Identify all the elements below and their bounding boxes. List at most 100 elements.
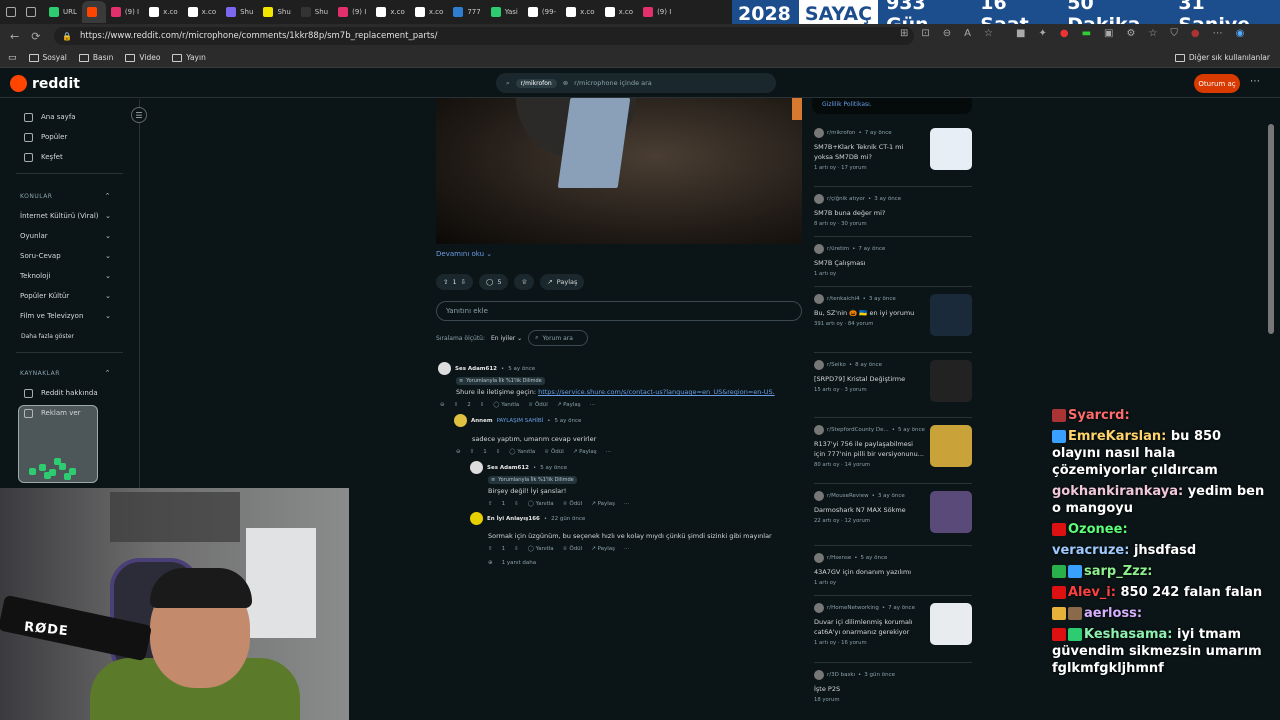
topic-item[interactable]: Popüler Kültür ⌄ [0, 286, 139, 306]
address-bar[interactable]: 🔒 https://www.reddit.com/r/microphone/co… [54, 27, 914, 45]
extensions-icon[interactable]: ⚙ [1126, 28, 1135, 39]
avatar[interactable] [454, 414, 467, 427]
other-bookmarks[interactable]: Diğer sık kullanılanlar [1174, 53, 1270, 62]
comment-search-input[interactable]: ⌕ Yorum ara [528, 330, 589, 346]
more-replies-link[interactable]: ⊕ 1 yanıt daha [488, 560, 790, 566]
bookmark-folder[interactable]: Sosyal [28, 53, 67, 62]
copilot-icon[interactable]: ◉ [1236, 28, 1245, 39]
refresh-icon[interactable]: ⟳ [31, 30, 40, 43]
share-button[interactable]: ↗ Paylaş [557, 402, 581, 408]
related-post[interactable]: r/tenkaichi4 • 3 ay önce Bu, SZ'nin 🎃 🇺🇦 en… [814, 294, 972, 336]
browser-tab[interactable]: (9) I [638, 1, 676, 23]
more-icon[interactable]: ⋯ [590, 402, 596, 408]
related-title[interactable]: R137'yi 756 ile paylaşabilmesi için 777'… [814, 439, 924, 459]
share-button[interactable]: ↗ Paylaş [591, 546, 615, 552]
browser-tab[interactable]: x.co [410, 1, 449, 23]
avatar[interactable] [470, 512, 483, 525]
related-post[interactable]: r/HomeNetworking • 7 ay önce Duvar içi dili… [814, 603, 972, 646]
reply-button[interactable]: ◯ Yanıtla [528, 501, 554, 507]
browser-tab[interactable]: x.co [600, 1, 639, 23]
reply-input[interactable]: Yanıtını ekle [436, 301, 802, 321]
related-title[interactable]: SM7B buna değer mi? [814, 208, 924, 218]
browser-tab[interactable]: 777 [448, 1, 485, 23]
more-icon[interactable]: ⋯ [606, 449, 612, 455]
translate-icon[interactable]: ⊡ [921, 28, 929, 39]
subreddit-chip[interactable]: r/mikrofon [515, 78, 557, 88]
favorite-icon[interactable]: ☆ [984, 28, 993, 39]
subreddit-avatar[interactable] [814, 491, 824, 501]
related-title[interactable]: Darmoshark N7 MAX Sökme [814, 505, 924, 515]
tab-search-icon[interactable] [26, 7, 36, 17]
site-info-icon[interactable]: 🔒 [62, 32, 72, 41]
related-subreddit[interactable]: r/MouseReview [827, 493, 869, 499]
topic-item[interactable]: Oyunlar ⌄ [0, 226, 139, 246]
award-button[interactable]: ♕ Ödül [528, 402, 548, 408]
browser-tab[interactable]: Yasi [486, 1, 523, 23]
related-subreddit[interactable]: r/3D baskı [827, 672, 855, 678]
browser-tab[interactable]: Shu [296, 1, 333, 23]
related-post[interactable]: r/3D baskı • 3 gün önce İşte P2S 18 yorum [814, 670, 972, 703]
install-icon[interactable]: ⊞ [900, 28, 908, 39]
bookmark-folder[interactable]: Basın [78, 53, 113, 62]
browser-tab[interactable]: URL [44, 1, 82, 23]
browser-tab[interactable]: Shu [258, 1, 295, 23]
avatar[interactable] [438, 362, 451, 375]
chip-close-icon[interactable]: ⊗ [563, 79, 568, 87]
sidebar-item[interactable]: Ana sayfa [0, 107, 139, 127]
share-button[interactable]: ↗ Paylaş [540, 274, 585, 290]
sidebar-item[interactable]: Keşfet [0, 147, 139, 167]
share-button[interactable]: ↗ Paylaş [573, 449, 597, 455]
related-thumbnail[interactable] [930, 425, 972, 467]
topic-item[interactable]: Teknoloji ⌄ [0, 266, 139, 286]
profile-icon[interactable]: ● [1191, 28, 1200, 39]
award-button[interactable]: ♕ [514, 274, 535, 290]
related-thumbnail[interactable] [930, 128, 972, 170]
tab-actions-icon[interactable] [6, 7, 16, 17]
downvote-icon[interactable]: ⇩ [514, 546, 519, 552]
back-icon[interactable]: ← [10, 30, 19, 43]
more-options-icon[interactable]: ⋯ [1250, 76, 1260, 87]
comment-author[interactable]: Ses Adam612 [487, 465, 529, 471]
related-post[interactable]: r/Hsense • 5 ay önce 43A7GV için donanım ya… [814, 553, 972, 586]
related-subreddit[interactable]: r/tenkaichi4 [827, 296, 860, 302]
subreddit-avatar[interactable] [814, 244, 824, 254]
related-subreddit[interactable]: r/çiğnik atıyor [827, 196, 865, 202]
topic-item[interactable]: İnternet Kültürü (Viral) ⌄ [0, 206, 139, 226]
extension-5-icon[interactable]: ▣ [1104, 28, 1113, 39]
subreddit-avatar[interactable] [814, 194, 824, 204]
downvote-icon[interactable]: ⇩ [461, 278, 466, 286]
comment-author[interactable]: En İyi Anlayış166 [487, 516, 540, 522]
more-icon[interactable]: ⋯ [624, 546, 630, 552]
related-post[interactable]: r/StepfordCounty De... • 5 ay önce R137'yi … [814, 425, 972, 468]
comment-author[interactable]: Annem [471, 418, 493, 424]
related-subreddit[interactable]: r/Seiko [827, 362, 846, 368]
related-title[interactable]: SM7B Çalışması [814, 258, 924, 268]
reddit-logo[interactable]: reddit [10, 75, 80, 92]
award-button[interactable]: ♕ Ödül [563, 501, 583, 507]
comments-button[interactable]: ◯ 5 [479, 274, 509, 290]
browser-tab[interactable]: (99- [523, 1, 561, 23]
related-thumbnail[interactable] [930, 603, 972, 645]
topics-header[interactable]: KONULAR ⌃ [0, 186, 139, 206]
related-post[interactable]: r/üretim • 7 ay önce SM7B Çalışması 1 artı o… [814, 244, 972, 277]
related-post[interactable]: r/çiğnik atıyor • 3 ay önce SM7B buna değer… [814, 194, 972, 227]
topic-item[interactable]: Film ve Televizyon ⌄ [0, 306, 139, 326]
browser-tab[interactable]: x.co [371, 1, 410, 23]
menu-icon[interactable]: ⋯ [1213, 28, 1223, 39]
subreddit-avatar[interactable] [814, 553, 824, 563]
upvote-icon[interactable]: ⇧ [470, 449, 475, 455]
read-more-link[interactable]: Devamını oku ⌄ [436, 250, 492, 258]
comment-author[interactable]: Ses Adam612 [455, 366, 497, 372]
topic-item[interactable]: Soru-Cevap ⌄ [0, 246, 139, 266]
related-subreddit[interactable]: r/mikrofon [827, 130, 855, 136]
reply-button[interactable]: ◯ Yanıtla [528, 546, 554, 552]
subreddit-avatar[interactable] [814, 360, 824, 370]
avatar[interactable] [470, 461, 483, 474]
share-button[interactable]: ↗ Paylaş [591, 501, 615, 507]
sidebar-item[interactable]: Popüler [0, 127, 139, 147]
subreddit-avatar[interactable] [814, 603, 824, 613]
award-button[interactable]: ♕ Ödül [563, 546, 583, 552]
bookmark-folder[interactable]: Yayın [172, 53, 206, 62]
bookmark-folder[interactable]: Video [125, 53, 160, 62]
related-subreddit[interactable]: r/üretim [827, 246, 849, 252]
